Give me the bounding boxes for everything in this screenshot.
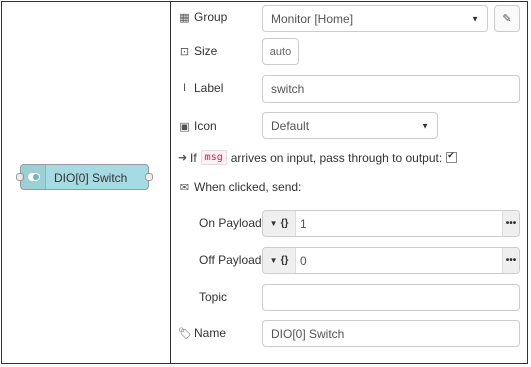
tag-icon: 🏷 (178, 327, 192, 340)
ellipsis-icon[interactable]: ••• (502, 248, 519, 273)
label-input-value: switch (271, 82, 305, 96)
icon-row-label: ▣ Icon (178, 119, 217, 133)
off-payload-type: {} (280, 255, 289, 266)
topic-label: Topic (199, 290, 228, 304)
label-input[interactable]: switch (262, 75, 520, 103)
label-row-label: I Label (178, 81, 223, 95)
size-button[interactable]: auto (262, 38, 299, 65)
off-payload-value: 0 (300, 253, 307, 268)
node-output-port[interactable] (145, 173, 153, 181)
on-payload-label: On Payload (199, 216, 262, 230)
node-label: DIO[0] Switch (54, 171, 128, 185)
off-payload-label: Off Payload (199, 253, 262, 267)
name-input[interactable]: DIO[0] Switch (262, 320, 520, 347)
node-icon-box (21, 165, 46, 189)
msg-code: msg (200, 150, 227, 165)
size-row-label: ⊡ Size (178, 44, 217, 58)
when-clicked-row: ✉ When clicked, send: (178, 180, 302, 194)
switch-node[interactable]: DIO[0] Switch (16, 164, 153, 190)
topic-input[interactable] (262, 284, 520, 311)
passthrough-checkbox[interactable] (446, 150, 458, 163)
name-row-label: 🏷 Name (178, 326, 226, 340)
on-payload-input[interactable]: ▼ {} 1 ••• (262, 210, 520, 237)
pencil-icon: ✎ (502, 13, 512, 25)
icon-select-value: Default (271, 118, 310, 133)
arrow-right-icon: ➜ (178, 152, 188, 164)
on-payload-type: {} (280, 218, 289, 229)
ellipsis-icon[interactable]: ••• (502, 211, 519, 236)
panel-divider (170, 2, 171, 363)
icon-label: Icon (194, 119, 217, 133)
passthrough-prefix: If (190, 150, 197, 165)
passthrough-suffix: arrives on input, pass through to output… (230, 150, 443, 165)
text-cursor-icon: I (182, 82, 187, 94)
toggle-icon (28, 173, 40, 181)
edit-group-button[interactable]: ✎ (494, 5, 520, 32)
off-payload-type-select[interactable]: ▼ {} (263, 248, 296, 273)
on-payload-type-select[interactable]: ▼ {} (263, 211, 296, 236)
passthrough-row: ➜ If msg arrives on input, pass through … (178, 150, 458, 165)
caret-down-icon: ▼ (471, 14, 479, 23)
size-label: Size (194, 44, 218, 58)
on-payload-value: 1 (300, 216, 307, 231)
group-label: Group (194, 10, 228, 24)
when-clicked-label: When clicked, send: (194, 180, 302, 194)
group-row-label: ▦ Group (178, 10, 227, 24)
label-label: Label (194, 81, 224, 95)
envelope-icon: ✉ (179, 181, 190, 194)
caret-down-icon: ▼ (269, 219, 278, 228)
size-icon: ⊡ (179, 45, 190, 58)
icon-select[interactable]: Default ▼ (262, 112, 438, 139)
name-label: Name (194, 326, 227, 340)
image-icon: ▣ (179, 120, 190, 133)
group-select-value: Monitor [Home] (271, 11, 354, 26)
caret-down-icon: ▼ (421, 121, 429, 130)
off-payload-input[interactable]: ▼ {} 0 ••• (262, 247, 520, 274)
size-value: auto (269, 45, 292, 58)
caret-down-icon: ▼ (269, 256, 278, 265)
table-icon: ▦ (179, 11, 190, 24)
group-select[interactable]: Monitor [Home] ▼ (262, 5, 488, 32)
name-input-value: DIO[0] Switch (271, 326, 345, 341)
